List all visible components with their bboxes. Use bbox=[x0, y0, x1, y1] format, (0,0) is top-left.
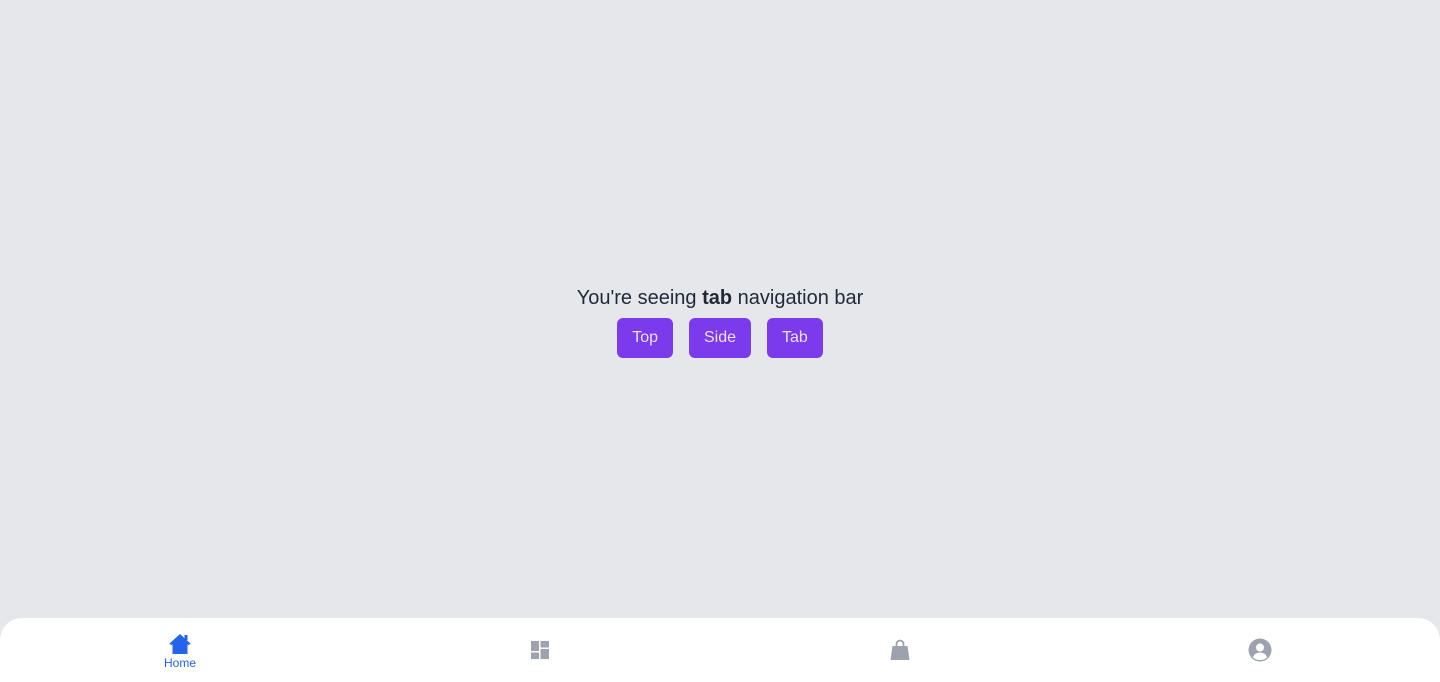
home-icon bbox=[168, 633, 192, 655]
tab-button[interactable]: Tab bbox=[767, 318, 823, 358]
shopping-bag-icon bbox=[888, 638, 912, 662]
headline: You're seeing tab navigation bar bbox=[577, 284, 864, 312]
nav-style-buttons: Top Side Tab bbox=[617, 318, 823, 358]
headline-suffix: navigation bar bbox=[732, 287, 864, 309]
headline-prefix: You're seeing bbox=[576, 287, 703, 309]
tab-home-label: Home bbox=[163, 655, 196, 670]
tab-dashboard[interactable] bbox=[360, 618, 720, 682]
tab-home[interactable]: Home bbox=[0, 618, 360, 682]
top-button[interactable]: Top bbox=[617, 318, 673, 358]
tab-shop[interactable] bbox=[720, 618, 1080, 682]
main-content: You're seeing tab navigation bar Top Sid… bbox=[0, 0, 1440, 618]
headline-bold: tab bbox=[702, 287, 733, 309]
dashboard-icon bbox=[530, 640, 550, 660]
tab-navigation-bar: Home bbox=[0, 618, 1440, 682]
side-button[interactable]: Side bbox=[688, 318, 752, 358]
user-circle-icon bbox=[1248, 638, 1272, 662]
tab-profile[interactable] bbox=[1080, 618, 1440, 682]
